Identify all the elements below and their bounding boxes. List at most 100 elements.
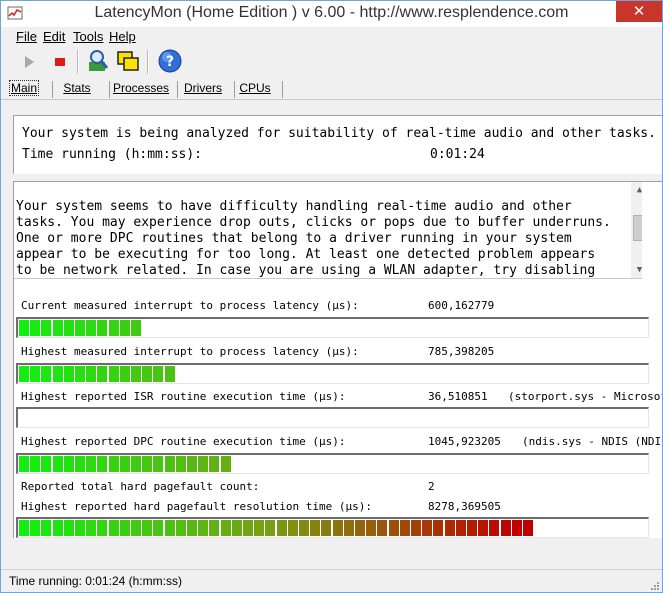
highest-dpc-time-label: Highest reported DPC routine execution t… — [21, 435, 346, 448]
bar-segment — [75, 520, 85, 536]
bar-segment — [75, 366, 85, 382]
bar-segment — [478, 520, 489, 536]
svg-text:?: ? — [166, 54, 174, 70]
time-running-label: Time running (h:mm:ss): — [22, 147, 203, 162]
current-interrupt-latency-value: 600,162779 — [428, 299, 495, 312]
bar-segment — [97, 320, 108, 336]
bar-segment — [164, 366, 175, 382]
stop-monitor-button[interactable] — [47, 48, 73, 74]
bar-segment — [220, 456, 231, 472]
status-bar: Time running: 0:01:24 (h:mm:ss) — [1, 569, 662, 592]
bar-segment — [377, 520, 388, 536]
bar-segment — [119, 320, 130, 336]
close-button[interactable]: ✕ — [616, 1, 662, 22]
window-title: LatencyMon (Home Edition ) v 6.00 - http… — [94, 4, 569, 21]
title-bar[interactable]: LatencyMon (Home Edition ) v 6.00 - http… — [1, 1, 662, 27]
bar-segment — [388, 520, 399, 536]
toolbar-separator — [147, 50, 149, 74]
bar-segment — [131, 456, 141, 472]
tab-processes[interactable]: Processes — [113, 79, 169, 98]
scroll-down-icon[interactable]: ▼ — [631, 262, 642, 278]
bar-segment — [175, 520, 186, 536]
bar-segment — [30, 456, 41, 472]
bar-segment — [455, 520, 466, 536]
resize-grip-icon[interactable] — [650, 581, 660, 591]
tab-separator — [109, 81, 110, 98]
tab-separator — [177, 81, 178, 98]
bar-segment — [511, 520, 522, 536]
tab-cpus[interactable]: CPUs — [238, 79, 272, 98]
conclusion-line: tasks. You may experience drop outs, cli… — [16, 215, 611, 230]
conclusion-line: One or more DPC routines that belong to … — [16, 231, 572, 246]
windows-button[interactable] — [115, 48, 141, 74]
time-running-value: 0:01:24 — [430, 147, 485, 162]
menu-file[interactable]: File — [16, 29, 37, 44]
conclusion-textbox[interactable]: Your system seems to have difficulty han… — [14, 182, 642, 279]
bar-segment — [97, 520, 108, 536]
find-process-button[interactable] — [85, 48, 111, 74]
bar-segment — [19, 520, 29, 536]
bar-segment — [366, 520, 377, 536]
tab-strip: Main Stats Processes Drivers CPUs — [1, 79, 662, 100]
bar-segment — [119, 366, 130, 382]
bar-segment — [198, 456, 209, 472]
scroll-thumb[interactable] — [633, 215, 642, 241]
bar-segment — [321, 520, 332, 536]
bar-segment — [41, 366, 52, 382]
bar-segment — [265, 520, 276, 536]
highest-interrupt-latency-value: 785,398205 — [428, 345, 495, 358]
status-bar-text: Time running: 0:01:24 (h:mm:ss) — [9, 574, 182, 588]
highest-interrupt-latency-label: Highest measured interrupt to process la… — [21, 345, 359, 358]
menu-edit[interactable]: Edit — [43, 29, 65, 44]
bar-segment — [433, 520, 444, 536]
bar-segment — [209, 520, 220, 536]
bar-segment — [187, 456, 197, 472]
bar-segment — [52, 520, 63, 536]
bar-segment — [75, 320, 85, 336]
highest-dpc-driver: (ndis.sys - NDIS (NDIS 6.40), Microsoft … — [522, 435, 662, 448]
menu-bar: File Edit Tools Help — [1, 27, 662, 46]
current-interrupt-latency-bar — [16, 317, 649, 338]
bar-segment — [175, 456, 186, 472]
tab-stats[interactable]: Stats — [57, 79, 97, 98]
search-icon — [89, 50, 109, 71]
tab-underline — [1, 99, 662, 100]
help-button[interactable]: ? — [157, 48, 183, 74]
conclusion-line: Your system seems to have difficulty han… — [16, 199, 572, 214]
highest-isr-driver: (storport.sys - Microsoft Storage Port D… — [508, 390, 662, 403]
tab-main[interactable]: Main — [7, 79, 41, 98]
bar-segment — [422, 520, 433, 536]
scroll-up-icon[interactable]: ▲ — [631, 182, 642, 198]
highest-isr-time-bar — [16, 407, 649, 428]
bar-segment — [30, 320, 41, 336]
current-interrupt-latency-label: Current measured interrupt to process la… — [21, 299, 359, 312]
bar-segment — [142, 456, 153, 472]
bar-segment — [254, 520, 265, 536]
bar-segment — [355, 520, 365, 536]
bar-segment — [86, 366, 97, 382]
bar-segment — [131, 366, 141, 382]
bar-segment — [153, 456, 164, 472]
tab-separator — [52, 81, 53, 98]
start-monitor-button[interactable] — [17, 48, 43, 74]
bar-segment — [142, 366, 153, 382]
tab-drivers[interactable]: Drivers — [181, 79, 225, 98]
bar-segment — [119, 456, 130, 472]
bar-segment — [198, 520, 209, 536]
conclusion-scrollbar[interactable]: ▲ ▼ — [631, 182, 642, 278]
bar-segment — [19, 320, 29, 336]
bar-segment — [164, 456, 175, 472]
toolbar-separator — [77, 50, 79, 74]
bar-segment — [108, 320, 119, 336]
bar-segment — [41, 520, 52, 536]
bar-segment — [119, 520, 130, 536]
menu-help[interactable]: Help — [109, 29, 136, 44]
bar-segment — [108, 520, 119, 536]
bar-segment — [332, 520, 343, 536]
menu-tools[interactable]: Tools — [73, 29, 103, 44]
bar-segment — [411, 520, 421, 536]
windows-icon — [117, 51, 139, 71]
bar-segment — [52, 456, 63, 472]
bar-segment — [75, 456, 85, 472]
bar-segment — [97, 366, 108, 382]
